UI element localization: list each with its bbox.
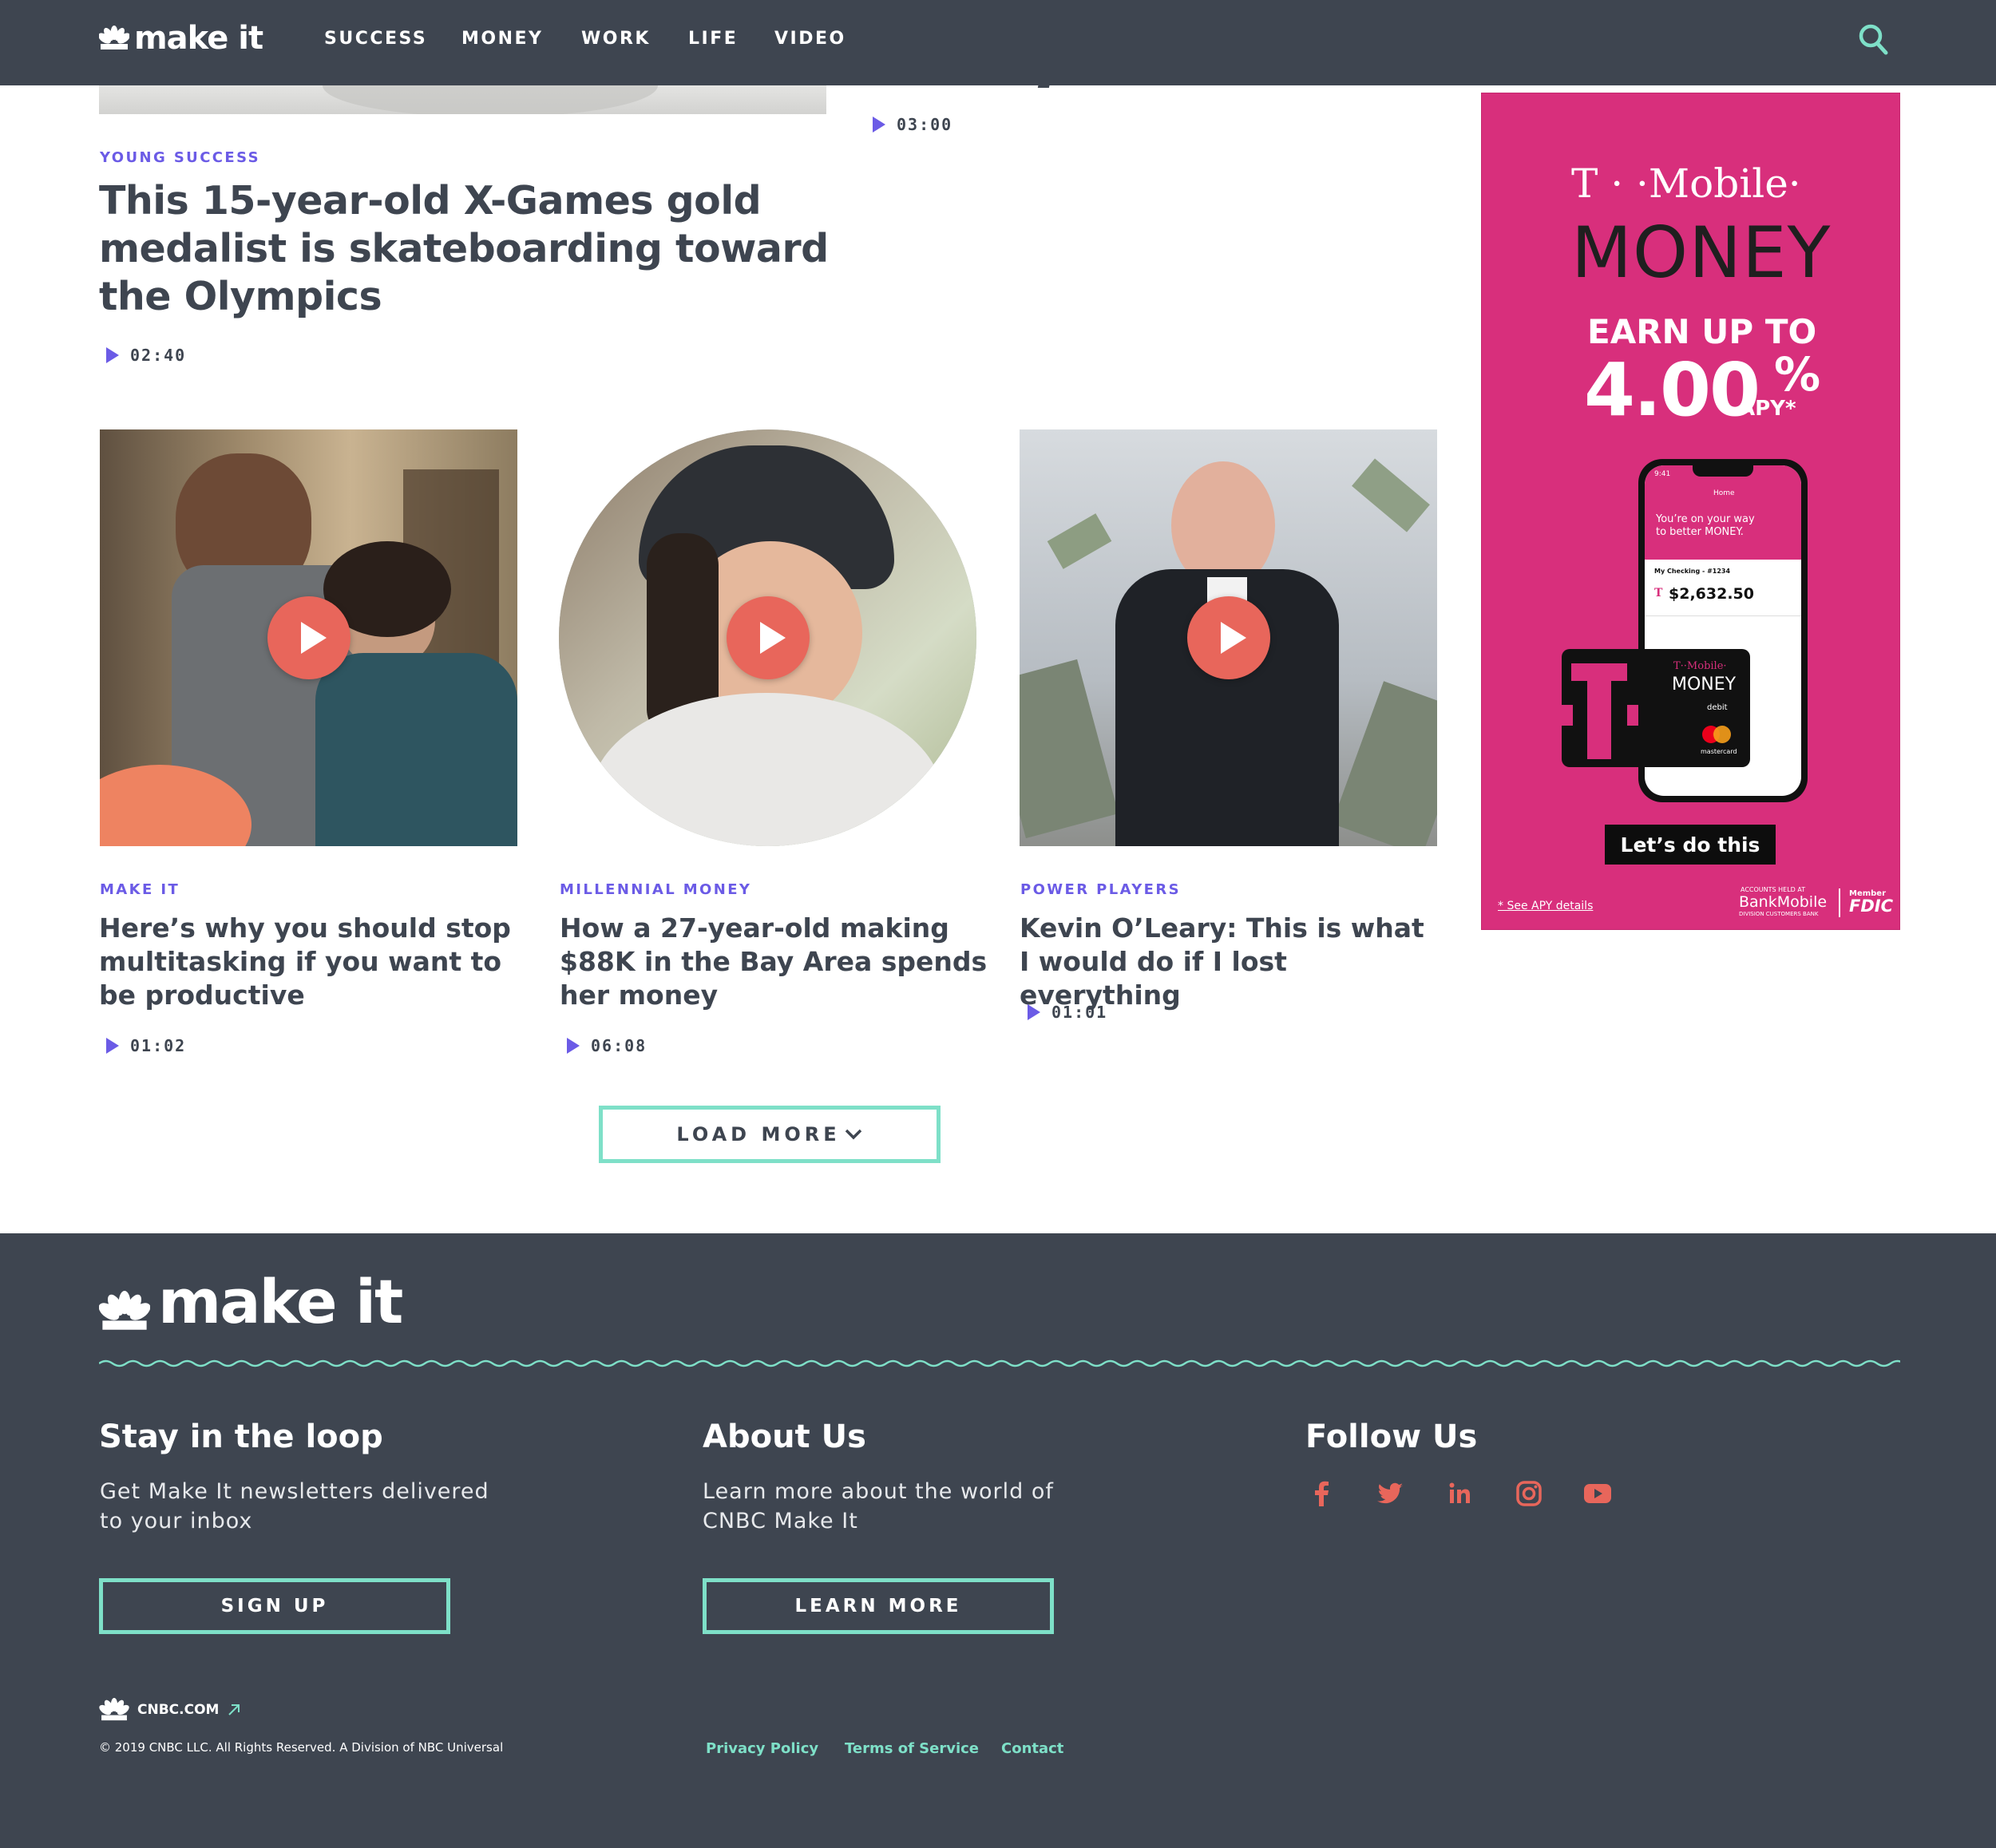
about-heading: About Us bbox=[703, 1419, 866, 1455]
play-triangle-icon bbox=[1028, 1004, 1040, 1020]
twitter-icon[interactable] bbox=[1374, 1478, 1406, 1510]
nav-item-money[interactable]: MONEY bbox=[461, 0, 543, 77]
card-duration-3: 01:01 bbox=[1028, 1003, 1107, 1022]
play-button[interactable] bbox=[726, 596, 810, 679]
ad-bank: BankMobile bbox=[1739, 893, 1828, 911]
card-brand: T··Mobile· bbox=[1673, 660, 1727, 672]
ad-fdic: FDIC bbox=[1849, 896, 1894, 916]
newsletter-heading: Stay in the loop bbox=[99, 1419, 383, 1455]
search-icon[interactable] bbox=[1857, 22, 1889, 57]
feature-image[interactable] bbox=[99, 85, 826, 114]
contact-link[interactable]: Contact bbox=[1001, 1740, 1063, 1757]
phone-balance: $2,632.50 bbox=[1669, 585, 1754, 603]
ad-bank-division: DIVISION CUSTOMERS BANK bbox=[1739, 911, 1819, 917]
card-thumbnail-1[interactable] bbox=[100, 429, 517, 846]
ad-percent: % bbox=[1774, 347, 1821, 402]
card-kicker-1[interactable]: MAKE IT bbox=[100, 881, 180, 898]
phone-home-label: Home bbox=[1713, 489, 1735, 497]
phone-account: My Checking - #1234 bbox=[1654, 568, 1731, 575]
follow-heading: Follow Us bbox=[1305, 1419, 1478, 1455]
nbc-peacock-icon bbox=[99, 26, 129, 49]
ad-product: MONEY bbox=[1571, 212, 1832, 294]
card-title-2[interactable]: How a 27-year-old making $88K in the Bay… bbox=[560, 912, 991, 1012]
footer-logo-wordmark: make it bbox=[158, 1266, 403, 1337]
newsletter-line-1: Get Make It newsletters delivered bbox=[100, 1479, 489, 1504]
play-triangle-icon bbox=[106, 1038, 119, 1054]
feature-duration: 02:40 bbox=[106, 346, 186, 365]
footer-logo[interactable]: make it bbox=[99, 1266, 403, 1337]
play-triangle-icon bbox=[873, 117, 885, 133]
newsletter-line-2: to your inbox bbox=[100, 1509, 253, 1533]
nav-item-video[interactable]: VIDEO bbox=[774, 0, 846, 77]
site-header: make it SUCCESS MONEY WORK LIFE VIDEO bbox=[0, 0, 1996, 85]
card-kicker-3[interactable]: POWER PLAYERS bbox=[1020, 881, 1181, 898]
make-it-logo[interactable]: make it bbox=[99, 14, 263, 62]
about-line-2: CNBC Make It bbox=[703, 1509, 858, 1533]
load-more-button[interactable]: LOAD MORE bbox=[599, 1106, 941, 1163]
wave-divider bbox=[99, 1359, 1900, 1367]
ad-apy-details-link[interactable]: * See APY details bbox=[1498, 900, 1593, 912]
nav-item-work[interactable]: WORK bbox=[581, 0, 651, 77]
play-button[interactable] bbox=[267, 596, 350, 679]
ad-rate: 4.00 bbox=[1584, 347, 1760, 433]
card-thumbnail-2[interactable] bbox=[559, 429, 976, 846]
cnbc-link[interactable]: CNBC.COM bbox=[99, 1698, 241, 1722]
card-duration-1: 01:02 bbox=[106, 1036, 186, 1055]
play-triangle-icon bbox=[106, 347, 119, 363]
learn-more-button[interactable]: LEARN MORE bbox=[703, 1578, 1054, 1634]
site-footer: make it Stay in the loop Get Make It new… bbox=[0, 1233, 1996, 1848]
external-link-icon bbox=[228, 1704, 240, 1715]
phone-time: 9:41 bbox=[1654, 470, 1671, 478]
privacy-policy-link[interactable]: Privacy Policy bbox=[706, 1740, 818, 1757]
instagram-icon[interactable] bbox=[1513, 1478, 1545, 1510]
nav-item-success[interactable]: SUCCESS bbox=[324, 0, 427, 77]
feature-kicker[interactable]: YOUNG SUCCESS bbox=[100, 149, 260, 166]
play-button[interactable] bbox=[1186, 596, 1270, 679]
nbc-peacock-icon bbox=[99, 1698, 129, 1721]
card-network: mastercard bbox=[1701, 748, 1737, 755]
logo-wordmark: make it bbox=[134, 20, 263, 57]
phone-greeting-2: to better MONEY. bbox=[1656, 526, 1744, 538]
feature-title[interactable]: This 15-year-old X-Games gold medalist i… bbox=[99, 177, 834, 321]
ad-cta-button[interactable]: Let’s do this bbox=[1605, 825, 1776, 865]
card-duration-2: 06:08 bbox=[567, 1036, 647, 1055]
phone-greeting-1: You’re on your way bbox=[1656, 513, 1755, 525]
card-kicker-2[interactable]: MILLENNIAL MONEY bbox=[560, 881, 751, 898]
sign-up-button[interactable]: SIGN UP bbox=[99, 1578, 450, 1634]
tmobile-money-ad[interactable]: T · ·Mobile· MONEY EARN UP TO 4.00 % APY… bbox=[1481, 93, 1900, 930]
about-line-1: Learn more about the world of bbox=[703, 1479, 1054, 1504]
youtube-icon[interactable] bbox=[1582, 1478, 1614, 1510]
ad-accounts-held: ACCOUNTS HELD AT bbox=[1741, 886, 1806, 893]
cnbc-link-label: CNBC.COM bbox=[137, 1702, 220, 1718]
nav-item-life[interactable]: LIFE bbox=[688, 0, 738, 77]
top-video-duration: 03:00 bbox=[873, 115, 952, 134]
nbc-peacock-icon bbox=[99, 1291, 150, 1330]
copyright: © 2019 CNBC LLC. All Rights Reserved. A … bbox=[99, 1740, 504, 1755]
terms-of-service-link[interactable]: Terms of Service bbox=[845, 1740, 979, 1757]
card-product: MONEY bbox=[1672, 675, 1737, 694]
card-thumbnail-3[interactable] bbox=[1020, 429, 1437, 846]
ad-earn: EARN UP TO bbox=[1587, 312, 1817, 351]
card-title-1[interactable]: Here’s why you should stop multitasking … bbox=[99, 912, 530, 1012]
card-debit: debit bbox=[1707, 703, 1728, 712]
chevron-down-icon bbox=[845, 1129, 861, 1140]
card-title-3[interactable]: Kevin O’Leary: This is what I would do i… bbox=[1020, 912, 1435, 1012]
ad-apy: APY* bbox=[1739, 397, 1796, 421]
facebook-icon[interactable] bbox=[1306, 1478, 1338, 1510]
ad-brand: T · ·Mobile· bbox=[1571, 160, 1801, 207]
play-triangle-icon bbox=[567, 1038, 580, 1054]
linkedin-icon[interactable] bbox=[1444, 1478, 1475, 1510]
phone-t-icon: T bbox=[1654, 587, 1663, 600]
debit-card: T··Mobile· MONEY debit mastercard bbox=[1562, 649, 1750, 767]
